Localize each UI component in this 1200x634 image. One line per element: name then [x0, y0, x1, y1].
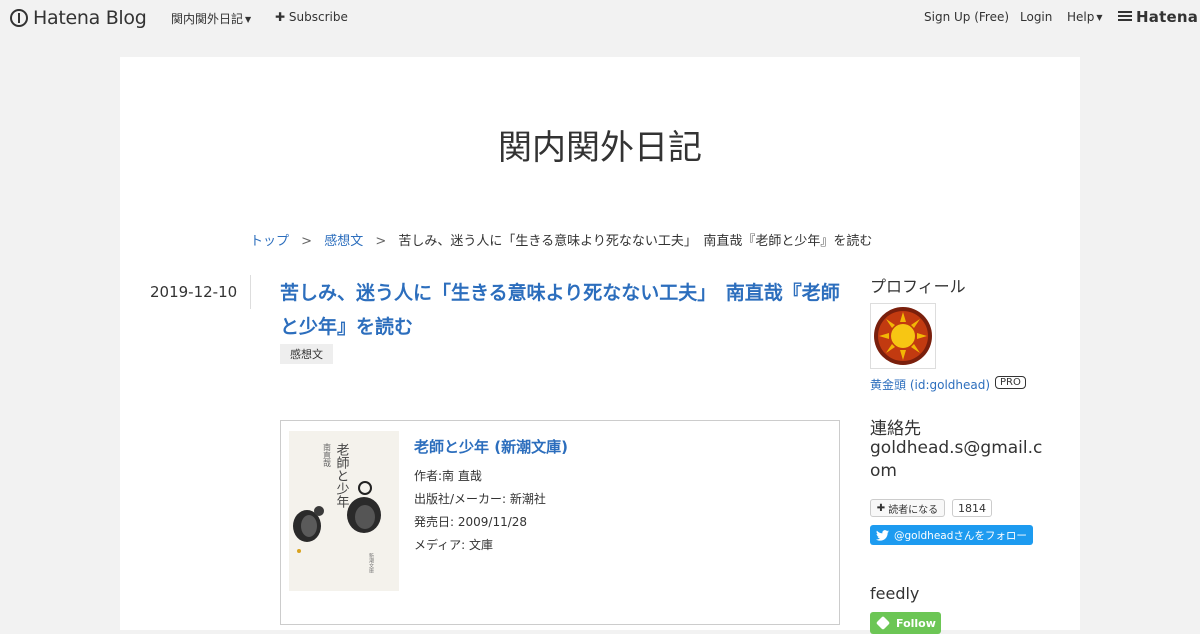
profile-name-link[interactable]: 黄金頭 (id:goldhead)	[870, 376, 990, 393]
plus-icon: ✚	[876, 502, 886, 514]
global-header: Hatena Blog 関内関外日記 ▼ ✚ Subscribe Sign Up …	[0, 0, 1200, 36]
date-divider	[250, 275, 251, 309]
book-cover-image[interactable]: 老師と少年 南直哉 新潮文庫	[289, 431, 399, 591]
entry-title[interactable]: 苦しみ、迷う人に「生きる意味より死なない工夫」 南直哉『老師と少年』を読む	[280, 276, 840, 344]
hatena-logo-link[interactable]: Hatena	[1136, 8, 1198, 26]
contact-heading: 連絡先	[870, 419, 921, 439]
help-label: Help	[1067, 10, 1095, 24]
book-media: メディア: 文庫	[414, 538, 494, 552]
twitter-bird-icon	[876, 529, 889, 541]
plus-icon: ✚	[275, 10, 286, 24]
breadcrumb-separator: >	[375, 234, 387, 249]
book-release-date: 発売日: 2009/11/28	[414, 515, 528, 529]
hatena-logo-icon	[1118, 11, 1132, 23]
cover-title-text: 老師と少年	[334, 443, 350, 508]
blog-menu-dropdown[interactable]: 関内関外日記 ▼	[171, 10, 251, 27]
profile-heading: プロフィール	[870, 277, 966, 296]
breadcrumb-category-link[interactable]: 感想文	[324, 234, 363, 249]
breadcrumb-top-link[interactable]: トップ	[250, 234, 289, 249]
hatena-blog-logo[interactable]: Hatena Blog	[10, 6, 147, 30]
feedly-heading: feedly	[870, 584, 920, 603]
signup-link[interactable]: Sign Up (Free)	[924, 10, 1009, 24]
book-title-link[interactable]: 老師と少年 (新潮文庫)	[414, 436, 814, 457]
breadcrumb: トップ > 感想文 > 苦しみ、迷う人に「生きる意味より死なない工夫」 南直哉『…	[250, 230, 872, 249]
entry-category-tag[interactable]: 感想文	[280, 344, 333, 364]
subscribe-label: Subscribe	[288, 10, 348, 24]
subscribe-reader-button[interactable]: ✚ 読者になる	[870, 499, 945, 517]
twitter-follow-button[interactable]: @goldheadさんをフォロー	[870, 525, 1033, 545]
feedly-button-label: Follow	[896, 616, 936, 630]
book-publisher: 出版社/メーカー: 新潮社	[414, 492, 546, 506]
blog-menu-label: 関内関外日記	[171, 12, 244, 26]
help-dropdown[interactable]: Help ▼	[1067, 10, 1103, 24]
book-author: 作者:南 直哉	[414, 469, 482, 483]
breadcrumb-separator: >	[301, 234, 313, 249]
caret-down-icon: ▼	[245, 15, 252, 24]
sun-avatar-icon	[874, 307, 932, 365]
breadcrumb-current: 苦しみ、迷う人に「生きる意味より死なない工夫」 南直哉『老師と少年』を読む	[398, 234, 873, 249]
subscribe-button[interactable]: ✚ Subscribe	[275, 10, 348, 24]
cover-publisher-text: 新潮文庫	[368, 552, 374, 574]
caret-down-icon: ▼	[1096, 13, 1103, 22]
cover-author-text: 南直哉	[323, 442, 332, 468]
entry-date[interactable]: 2019-12-10	[150, 283, 237, 301]
pro-badge: PRO	[995, 376, 1026, 389]
book-info: 老師と少年 (新潮文庫) 作者:南 直哉 出版社/メーカー: 新潮社 発売日: …	[414, 436, 814, 557]
feedly-icon	[875, 615, 891, 631]
twitter-button-label: @goldheadさんをフォロー	[894, 529, 1027, 542]
reader-count: 1814	[952, 499, 992, 517]
logo-text: Hatena Blog	[33, 7, 147, 29]
book-cover-illustration: 老師と少年 南直哉 新潮文庫	[289, 431, 399, 591]
feedly-follow-button[interactable]: Follow	[870, 612, 941, 634]
blog-title[interactable]: 関内関外日記	[120, 120, 1080, 169]
avatar[interactable]	[870, 303, 936, 369]
reader-button-label: 読者になる	[888, 504, 939, 516]
login-link[interactable]: Login	[1020, 10, 1052, 24]
contact-email: goldhead.s@gmail.com	[870, 438, 1043, 481]
hatena-blog-logo-icon	[10, 9, 28, 27]
blog-container: 関内関外日記 トップ > 感想文 > 苦しみ、迷う人に「生きる意味より死なない工…	[120, 57, 1080, 634]
book-card: 老師と少年 南直哉 新潮文庫 老師と少年 (新潮文庫) 作者:南 直哉 出版社/…	[280, 420, 840, 625]
